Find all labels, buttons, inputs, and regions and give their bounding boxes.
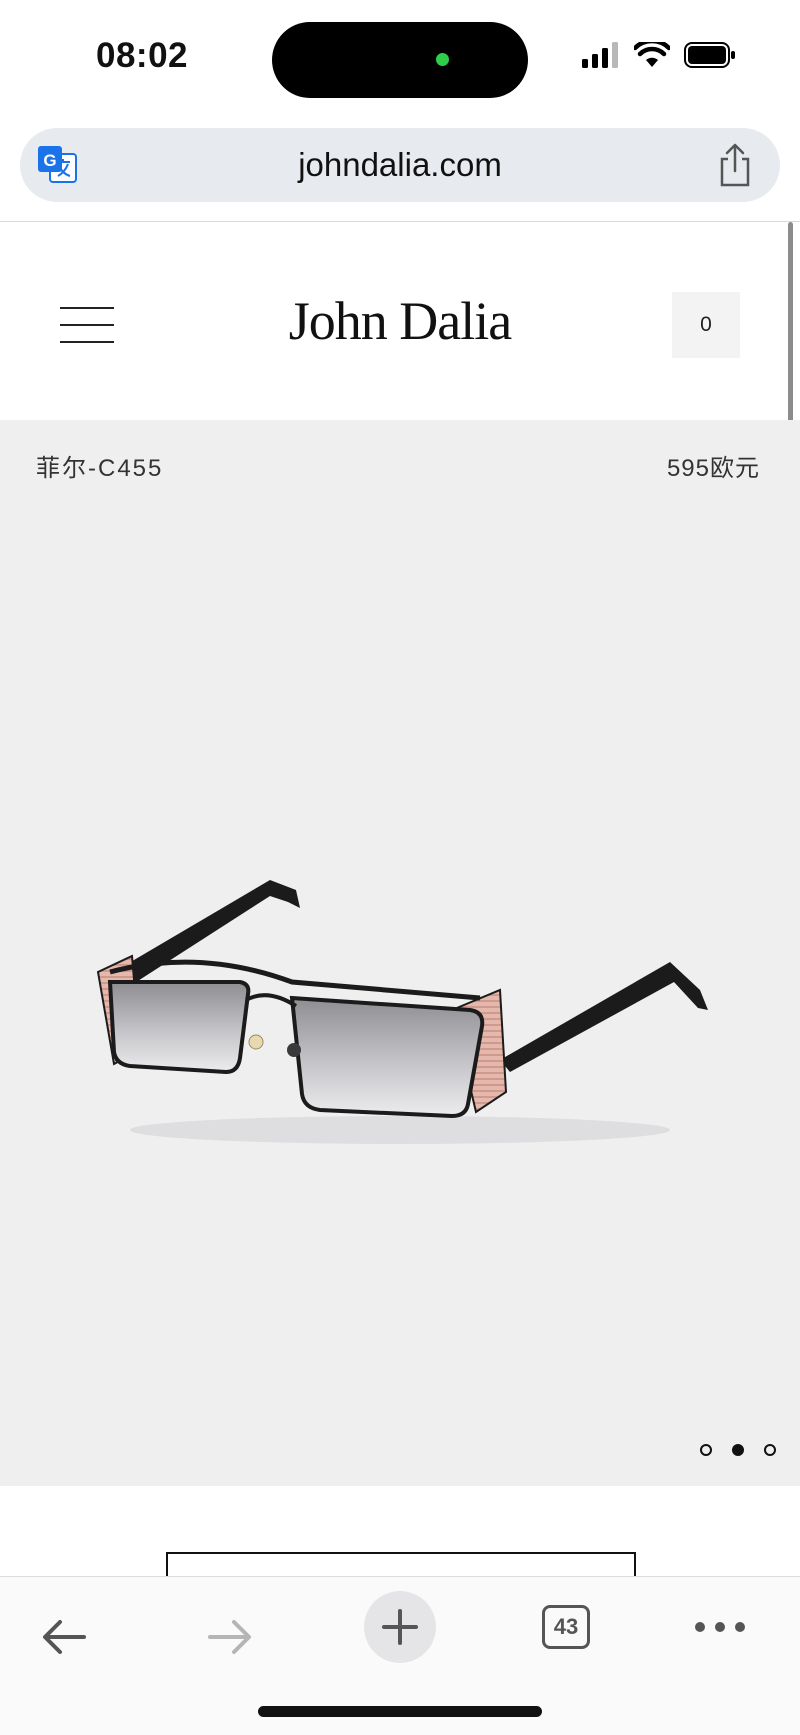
forward-arrow-icon[interactable]: [206, 1617, 254, 1657]
wifi-icon: [634, 42, 670, 67]
carousel-dot[interactable]: [700, 1444, 712, 1456]
product-name: 菲尔-C455: [36, 455, 164, 482]
plus-icon: [382, 1609, 418, 1645]
status-bar: 08:02: [0, 0, 800, 120]
new-tab-button[interactable]: [364, 1591, 436, 1663]
status-icons: [582, 42, 736, 68]
battery-icon: [684, 42, 735, 68]
product-image-sunglasses: [96, 880, 708, 1144]
dynamic-island: [272, 22, 528, 98]
back-arrow-icon[interactable]: [40, 1617, 88, 1657]
cart-button[interactable]: 0: [672, 292, 740, 358]
address-bar[interactable]: G johndalia.com: [20, 128, 780, 202]
carousel-dots: [700, 1444, 776, 1456]
cellular-signal-icon: [582, 42, 618, 68]
home-indicator[interactable]: [258, 1706, 542, 1717]
product-gallery[interactable]: 菲尔-C455 595欧元: [0, 420, 800, 1486]
share-icon[interactable]: [716, 143, 754, 187]
product-price: 595欧元: [666, 455, 760, 482]
carousel-dot[interactable]: [764, 1444, 776, 1456]
tabs-button[interactable]: 43: [542, 1605, 590, 1649]
camera-indicator-dot: [436, 53, 449, 66]
toolbar-divider: [0, 221, 800, 222]
status-time: 08:02: [96, 36, 189, 75]
cart-count: 0: [700, 313, 712, 336]
more-icon[interactable]: [694, 1621, 746, 1633]
carousel-dot-active[interactable]: [732, 1444, 744, 1456]
url-text[interactable]: johndalia.com: [20, 146, 780, 184]
